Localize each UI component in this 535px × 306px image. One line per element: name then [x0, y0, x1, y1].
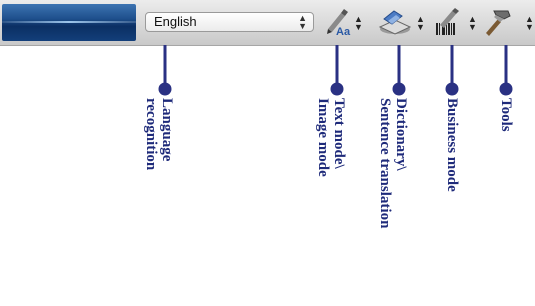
business-mode-label: Business mode — [444, 98, 460, 192]
dictionary-sentence-label: Dictionary\ Sentence translation — [377, 98, 409, 229]
language-recognition-label: Language recognition — [143, 98, 175, 171]
tools-label: Tools — [498, 98, 514, 132]
text-image-mode-label: Text mode\ Image mode — [315, 98, 347, 177]
